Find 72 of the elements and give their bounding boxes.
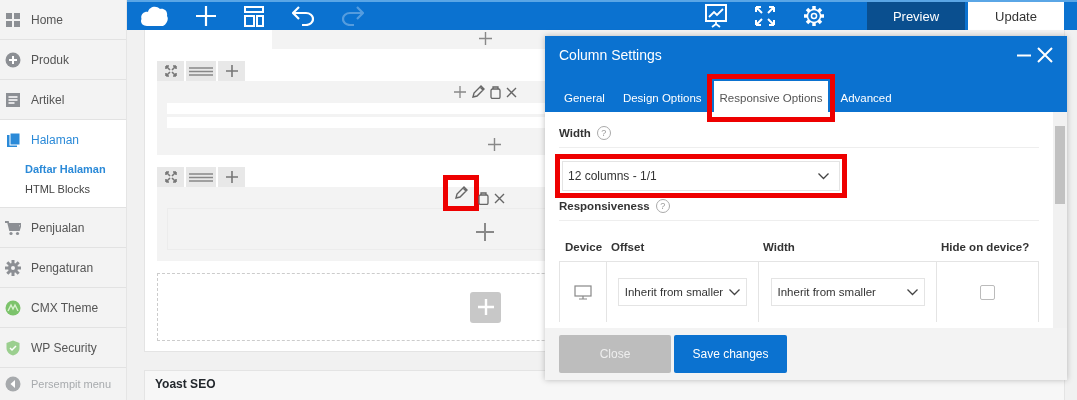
add-icon[interactable] bbox=[488, 138, 501, 151]
plus-icon bbox=[225, 65, 238, 77]
scrollbar[interactable] bbox=[1053, 112, 1067, 328]
gear-icon bbox=[5, 259, 21, 276]
add-icon[interactable] bbox=[454, 86, 466, 98]
logo-circle-icon bbox=[5, 299, 21, 316]
sidebar-item[interactable]: Home bbox=[0, 0, 126, 39]
dialog-title: Column Settings bbox=[559, 47, 663, 63]
expand-icon bbox=[164, 171, 177, 183]
sidebar-item[interactable]: Penjualan bbox=[0, 208, 126, 247]
metabox-title: Yoast SEO bbox=[155, 377, 216, 391]
plus-circle-icon bbox=[5, 51, 21, 68]
menu-icon bbox=[189, 172, 213, 182]
sidebar-item[interactable]: Produk bbox=[0, 40, 126, 79]
sidebar-item[interactable]: Halaman bbox=[0, 120, 126, 159]
expand-handle[interactable] bbox=[157, 167, 184, 187]
offset-select[interactable]: Inherit from smaller bbox=[617, 278, 748, 306]
sidebar-item[interactable]: WP Security bbox=[0, 328, 126, 367]
tab[interactable]: Design Options bbox=[616, 81, 708, 115]
chevron-down-icon bbox=[729, 288, 741, 296]
document-icon bbox=[5, 91, 21, 108]
preview-button[interactable]: Preview bbox=[867, 2, 965, 30]
save-button[interactable]: Save changes bbox=[674, 335, 787, 373]
chevron-down-icon bbox=[906, 288, 918, 296]
shield-icon bbox=[5, 339, 21, 356]
monitor-icon bbox=[574, 284, 592, 300]
column-header: Offset bbox=[610, 241, 646, 253]
trash-icon[interactable] bbox=[490, 85, 501, 99]
drag-handle[interactable] bbox=[186, 167, 216, 187]
plus-icon bbox=[225, 171, 238, 183]
sidebar-item[interactable]: Artikel bbox=[0, 80, 126, 119]
pages-icon bbox=[5, 131, 21, 148]
settings-icon[interactable] bbox=[803, 5, 825, 27]
tab[interactable]: Advanced bbox=[834, 81, 898, 115]
tab[interactable]: General bbox=[558, 81, 611, 115]
layout-icon[interactable] bbox=[244, 5, 264, 27]
submenu-item[interactable]: Daftar Halaman bbox=[0, 159, 126, 179]
menu-icon bbox=[189, 66, 213, 76]
column-header: Hide on device? bbox=[940, 241, 1031, 253]
edit-icon[interactable] bbox=[471, 85, 485, 99]
field-label: Responsiveness bbox=[559, 200, 650, 212]
add-column-handle[interactable] bbox=[218, 167, 245, 187]
undo-icon[interactable] bbox=[292, 6, 314, 26]
column-header: Width bbox=[762, 241, 796, 253]
width-select[interactable]: Inherit from smaller bbox=[770, 278, 925, 306]
column-header: Device bbox=[564, 241, 604, 253]
presentation-chart-icon[interactable] bbox=[705, 4, 727, 28]
drag-handle[interactable] bbox=[186, 61, 216, 81]
sidebar-item[interactable]: Pengaturan bbox=[0, 248, 126, 287]
checkbox[interactable] bbox=[980, 284, 995, 300]
expand-handle[interactable] bbox=[157, 61, 184, 81]
plus-icon[interactable] bbox=[196, 6, 216, 26]
field-label: Width bbox=[559, 127, 591, 139]
submenu-item[interactable]: HTML Blocks bbox=[0, 179, 126, 199]
add-column-handle[interactable] bbox=[218, 61, 245, 81]
cart-icon bbox=[5, 219, 21, 236]
edit-icon[interactable] bbox=[454, 185, 468, 200]
grid-icon bbox=[5, 11, 21, 28]
arrow-left-circle-icon bbox=[5, 376, 21, 392]
add-icon[interactable] bbox=[479, 32, 492, 45]
cloud-icon[interactable] bbox=[140, 5, 168, 27]
add-icon[interactable] bbox=[476, 223, 494, 241]
close-icon[interactable] bbox=[506, 86, 517, 98]
expand-icon bbox=[164, 65, 177, 77]
sidebar-item[interactable]: CMX Theme bbox=[0, 288, 126, 327]
chevron-down-icon bbox=[818, 172, 829, 180]
minimize-icon[interactable] bbox=[1017, 53, 1031, 57]
fullscreen-icon[interactable] bbox=[755, 6, 775, 26]
update-button[interactable]: Update bbox=[968, 2, 1064, 30]
plus-icon bbox=[477, 299, 494, 315]
trash-icon[interactable] bbox=[478, 191, 489, 205]
close-icon[interactable] bbox=[494, 192, 505, 204]
